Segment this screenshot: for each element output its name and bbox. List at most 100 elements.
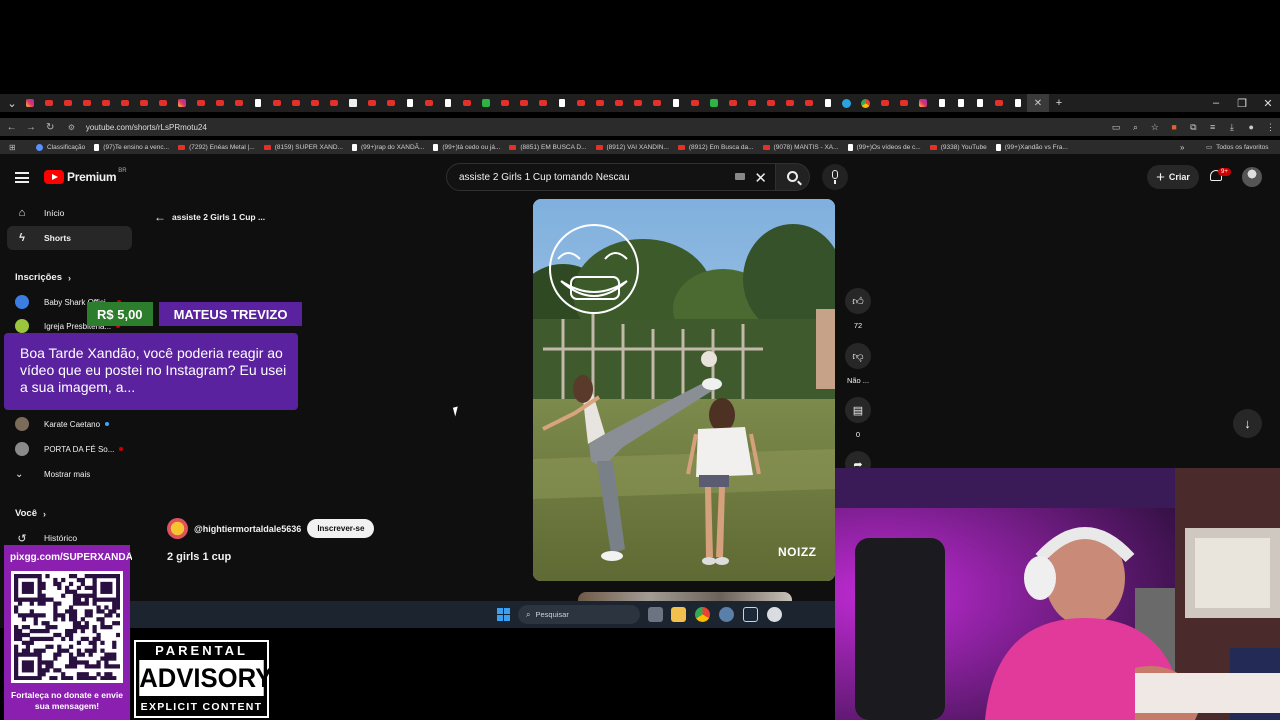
browser-tab[interactable]	[533, 94, 552, 112]
browser-tab[interactable]	[609, 94, 628, 112]
comments-button[interactable]: ▤	[845, 397, 871, 423]
subscribe-button[interactable]: Inscrever-se	[307, 519, 375, 538]
browser-tab[interactable]	[381, 94, 400, 112]
subscriptions-header[interactable]: Inscrições ›	[15, 272, 71, 283]
browser-tab[interactable]	[780, 94, 799, 112]
menu-icon[interactable]: ⋮	[1261, 118, 1280, 136]
settings-icon[interactable]	[719, 607, 734, 622]
maximize-icon[interactable]: ❐	[1232, 94, 1252, 112]
media-icon[interactable]: ≡	[1203, 118, 1222, 136]
create-button[interactable]: + Criar	[1147, 165, 1199, 189]
browser-tab[interactable]	[495, 94, 514, 112]
site-info-icon[interactable]: ⚙	[68, 123, 80, 132]
browser-tab[interactable]	[837, 94, 856, 112]
you-header[interactable]: Você ›	[15, 508, 46, 519]
browser-tab[interactable]	[723, 94, 742, 112]
download-icon[interactable]: ⤓	[1222, 118, 1241, 136]
bookmark-item[interactable]: (97)Te ensino a venc...	[94, 143, 169, 151]
app-icon[interactable]	[767, 607, 782, 622]
forward-icon[interactable]: →	[21, 118, 40, 136]
browser-tab[interactable]	[39, 94, 58, 112]
puzzle-icon[interactable]: ⧉	[1184, 118, 1203, 136]
browser-tab[interactable]	[742, 94, 761, 112]
channel-name[interactable]: @hightiermortaldale5636	[194, 524, 301, 534]
browser-tab[interactable]	[324, 94, 343, 112]
file-explorer-icon[interactable]	[671, 607, 686, 622]
sidebar-item-shorts[interactable]: ϟ Shorts	[7, 226, 132, 250]
browser-tab[interactable]	[476, 94, 495, 112]
next-short-button[interactable]: ↓	[1233, 409, 1262, 438]
browser-tab[interactable]	[400, 94, 419, 112]
search-input[interactable]: assiste 2 Girls 1 Cup tomando Nescau ✕	[446, 163, 776, 191]
sidebar-item-home[interactable]: ⌂ Início	[7, 201, 132, 225]
browser-tab[interactable]	[362, 94, 381, 112]
bookmark-item[interactable]: (99+)rap do XANDÃ...	[351, 143, 424, 151]
browser-tab[interactable]	[970, 94, 989, 112]
keyboard-icon[interactable]	[735, 173, 745, 180]
browser-tab[interactable]	[875, 94, 894, 112]
browser-tab[interactable]	[210, 94, 229, 112]
bookmark-item[interactable]: (99+)Xandão vs Fra...	[995, 143, 1068, 151]
browser-tab[interactable]	[894, 94, 913, 112]
extension-icon[interactable]: ■	[1164, 118, 1183, 136]
bookmark-item[interactable]: (99+)tá cedo ou já...	[433, 143, 500, 151]
bookmark-item[interactable]: (8912) Em Busca da...	[677, 144, 754, 151]
show-more-button[interactable]: ⌄ Mostrar mais	[7, 462, 132, 486]
subscription-item[interactable]: Karate Caetano	[7, 412, 132, 436]
youtube-premium-logo[interactable]: Premium BR	[44, 168, 127, 184]
browser-tab[interactable]	[1008, 94, 1027, 112]
account-avatar[interactable]	[1242, 167, 1262, 187]
browser-tab[interactable]	[191, 94, 210, 112]
shorts-video-player[interactable]: NOIZZ	[533, 199, 835, 581]
bookmark-item[interactable]: (9338) YouTube	[929, 144, 987, 151]
browser-tab[interactable]	[172, 94, 191, 112]
profile-icon[interactable]: ●	[1242, 118, 1261, 136]
browser-tab[interactable]	[628, 94, 647, 112]
browser-tab[interactable]	[856, 94, 875, 112]
browser-tab[interactable]	[248, 94, 267, 112]
windows-start-icon[interactable]	[497, 608, 510, 621]
more-bookmarks-icon[interactable]: »	[1180, 143, 1184, 152]
browser-tab[interactable]	[799, 94, 818, 112]
clear-search-icon[interactable]: ✕	[754, 169, 767, 187]
steam-icon[interactable]	[743, 607, 758, 622]
browser-tab[interactable]	[419, 94, 438, 112]
minimize-icon[interactable]: –	[1206, 94, 1226, 112]
bookmark-item[interactable]: Classificação	[36, 143, 85, 151]
browser-tab[interactable]	[20, 94, 39, 112]
voice-search-button[interactable]	[822, 164, 848, 190]
browser-tab[interactable]	[913, 94, 932, 112]
task-view-icon[interactable]	[648, 607, 663, 622]
browser-tab[interactable]	[761, 94, 780, 112]
browser-tab[interactable]	[552, 94, 571, 112]
browser-tab[interactable]	[305, 94, 324, 112]
tab-search-icon[interactable]: ⌄	[2, 94, 22, 112]
browser-tab[interactable]	[96, 94, 115, 112]
browser-tab[interactable]	[571, 94, 590, 112]
browser-tab[interactable]	[647, 94, 666, 112]
browser-tab[interactable]	[286, 94, 305, 112]
bookmark-item[interactable]: (8912) VAI XANDIN...	[595, 144, 669, 151]
bookmark-item[interactable]: (8159) SUPER XAND...	[263, 144, 343, 151]
browser-tab[interactable]	[438, 94, 457, 112]
close-window-icon[interactable]: ✕	[1258, 94, 1278, 112]
browser-tab[interactable]	[704, 94, 723, 112]
browser-tab[interactable]	[58, 94, 77, 112]
like-button[interactable]: 👍︎	[845, 288, 871, 314]
chrome-icon[interactable]	[695, 607, 710, 622]
browser-tab[interactable]	[932, 94, 951, 112]
reload-icon[interactable]: ↻	[41, 118, 60, 136]
search-button[interactable]	[776, 163, 810, 191]
browser-tab[interactable]	[343, 94, 362, 112]
browser-tab[interactable]	[134, 94, 153, 112]
subscription-item[interactable]: PORTA DA FÉ So...	[7, 437, 132, 461]
browser-tab[interactable]	[77, 94, 96, 112]
browser-tab[interactable]	[666, 94, 685, 112]
browser-tab[interactable]	[115, 94, 134, 112]
bookmark-item[interactable]: (99+)Os vídeos de c...	[847, 143, 921, 151]
new-tab-button[interactable]: +	[1049, 94, 1069, 112]
apps-grid-icon[interactable]: ⊞	[9, 143, 23, 152]
browser-tab[interactable]	[267, 94, 286, 112]
browser-tab[interactable]	[153, 94, 172, 112]
url-field[interactable]: ⚙ youtube.com/shorts/rLsPRmotu24	[68, 120, 1032, 134]
